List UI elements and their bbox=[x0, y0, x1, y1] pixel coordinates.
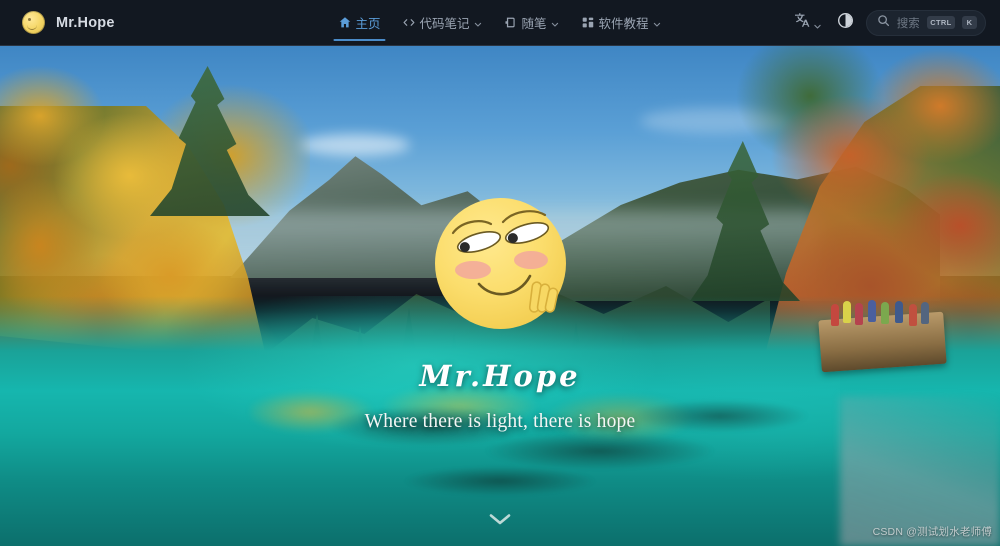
chevron-down-icon bbox=[813, 18, 822, 29]
page-title: Mr.Hope bbox=[419, 359, 581, 393]
main-menu: 主页 代码笔记 随笔 软件教程 bbox=[329, 0, 670, 46]
hero-content: Mr.Hope Where there is light, there is h… bbox=[0, 46, 1000, 546]
nav-item-essays[interactable]: 随笔 bbox=[496, 9, 569, 36]
apps-icon bbox=[582, 16, 595, 29]
search-icon bbox=[877, 14, 890, 32]
chevron-down-icon bbox=[653, 18, 662, 27]
translate-icon bbox=[794, 12, 810, 33]
nav-item-code-notes[interactable]: 代码笔记 bbox=[393, 9, 491, 36]
theme-toggle-button[interactable] bbox=[834, 10, 857, 36]
code-icon bbox=[402, 16, 415, 29]
smirking-face-avatar bbox=[434, 198, 566, 329]
search-input[interactable]: 搜索 CTRL K bbox=[865, 9, 986, 36]
nav-item-code-notes-label: 代码笔记 bbox=[419, 17, 470, 31]
pen-icon bbox=[505, 16, 518, 29]
nav-item-home-label: 主页 bbox=[355, 17, 381, 31]
chevron-down-icon bbox=[551, 18, 560, 27]
hero-tagline: Where there is light, there is hope bbox=[364, 411, 636, 432]
active-underline bbox=[333, 39, 386, 41]
home-icon bbox=[338, 16, 351, 29]
hero-banner: Mr.Hope Where there is light, there is h… bbox=[0, 46, 1000, 546]
nav-item-essays-label: 随笔 bbox=[521, 17, 547, 31]
smiley-avatar-icon bbox=[22, 11, 45, 34]
page-root: Mr.Hope 主页 代码笔记 随笔 软件教程 搜索 CTRL K Mr.Hop… bbox=[0, 0, 1000, 546]
navbar-actions: 搜索 CTRL K bbox=[791, 0, 986, 46]
nav-item-home[interactable]: 主页 bbox=[329, 9, 389, 41]
nav-item-software-tutorials-label: 软件教程 bbox=[598, 17, 649, 31]
contrast-circle-icon bbox=[837, 12, 854, 34]
chevron-down-icon bbox=[474, 18, 483, 27]
watermark-text: CSDN @测试划水老师傅 bbox=[872, 526, 992, 538]
search-shortcut-modifier: CTRL bbox=[926, 16, 955, 29]
brand-link[interactable]: Mr.Hope bbox=[0, 11, 115, 34]
search-placeholder: 搜索 bbox=[896, 17, 920, 30]
language-selector[interactable] bbox=[791, 10, 825, 36]
brand-title: Mr.Hope bbox=[56, 14, 115, 31]
search-shortcut-key: K bbox=[962, 16, 977, 29]
top-navbar: Mr.Hope 主页 代码笔记 随笔 软件教程 搜索 CTRL K bbox=[0, 0, 1000, 46]
nav-item-software-tutorials[interactable]: 软件教程 bbox=[573, 9, 671, 36]
